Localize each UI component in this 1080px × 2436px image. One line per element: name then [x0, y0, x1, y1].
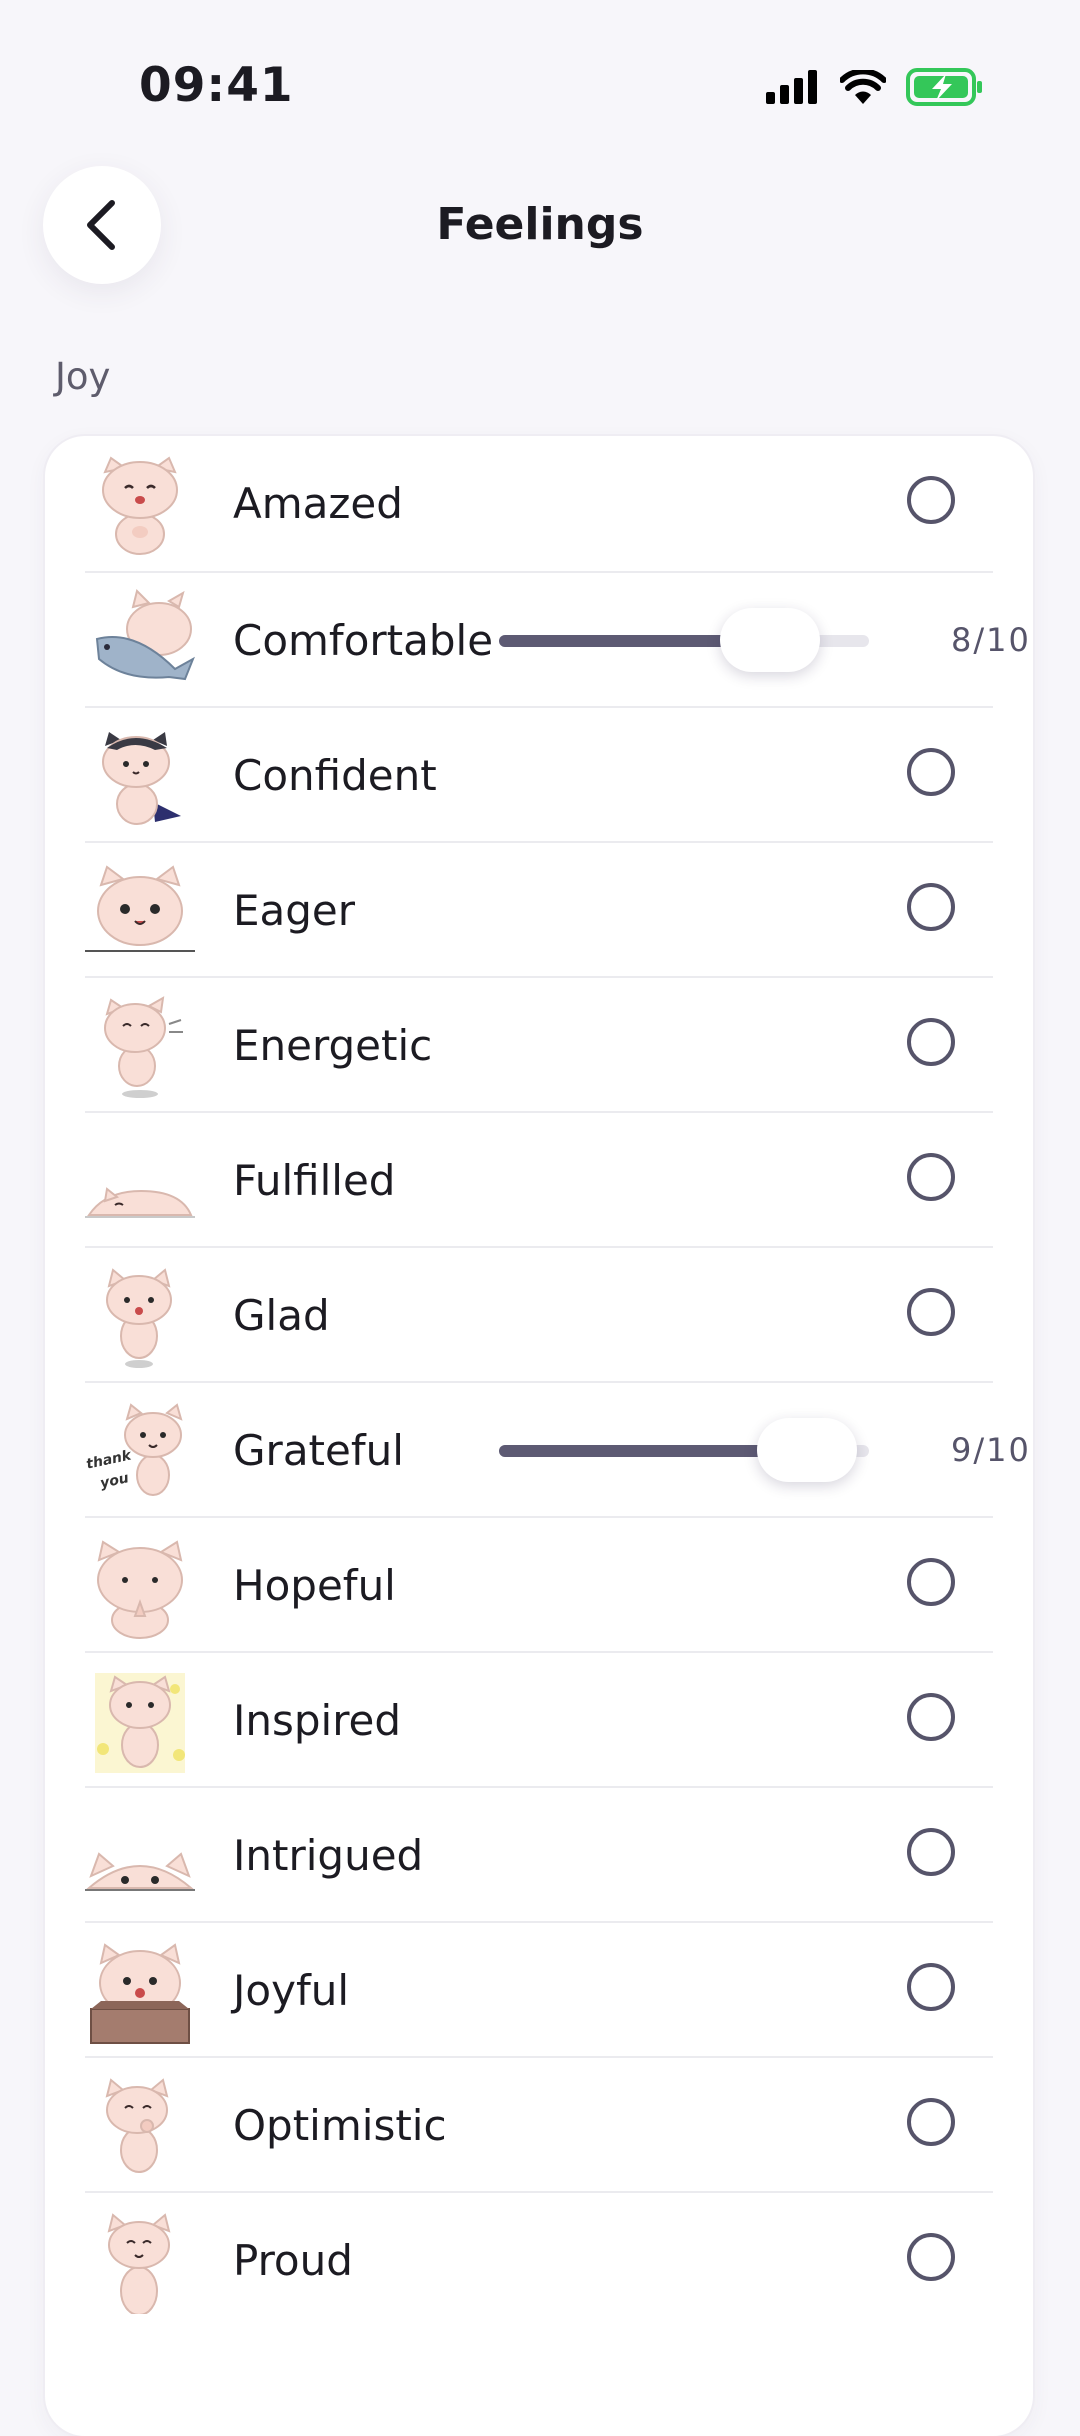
- cat-dancing-icon: [104, 996, 183, 1098]
- svg-text:thank: thank: [85, 1447, 134, 1472]
- intensity-value: 9/10: [951, 1431, 1031, 1469]
- feeling-label: Energetic: [233, 1021, 433, 1070]
- cat-proud-icon: [107, 2213, 171, 2314]
- battery-charging-icon: [906, 68, 982, 106]
- cat-superhero-icon: [102, 732, 181, 825]
- feeling-radio[interactable]: [907, 2098, 955, 2146]
- intensity-slider[interactable]: [499, 608, 869, 672]
- feeling-row-comfortable[interactable]: Comfortable 8/10: [85, 571, 1029, 708]
- slider-thumb[interactable]: [757, 1418, 857, 1482]
- feeling-radio[interactable]: [907, 1828, 955, 1876]
- intensity-value: 8/10: [951, 621, 1031, 659]
- feeling-label: Optimistic: [233, 2101, 447, 2150]
- feeling-radio[interactable]: [907, 1693, 955, 1741]
- feeling-label: Grateful: [233, 1426, 404, 1475]
- feeling-label: Glad: [233, 1291, 330, 1340]
- header: Feelings: [0, 166, 1080, 286]
- slider-thumb[interactable]: [720, 608, 820, 672]
- feeling-row-amazed[interactable]: Amazed: [85, 436, 993, 571]
- feeling-row-confident[interactable]: Confident: [85, 706, 993, 843]
- status-bar: 09:41: [0, 0, 1080, 170]
- cellular-signal-icon: [766, 70, 817, 104]
- section-label: Joy: [55, 355, 111, 398]
- feeling-radio[interactable]: [907, 883, 955, 931]
- feelings-list: Amazed Comfortable 8/10 Confident Eager …: [45, 436, 1033, 2436]
- feeling-row-inspired[interactable]: Inspired: [85, 1651, 993, 1788]
- cat-happy-icon: [106, 1268, 172, 1368]
- cat-with-fish-icon: [95, 589, 195, 681]
- cat-lying-icon: [85, 1187, 195, 1218]
- feeling-label: Joyful: [233, 1966, 350, 2015]
- feeling-radio[interactable]: [907, 1558, 955, 1606]
- intensity-slider[interactable]: [499, 1418, 869, 1482]
- status-icons: [766, 62, 984, 112]
- feeling-row-joyful[interactable]: Joyful: [85, 1921, 993, 2058]
- feeling-label: Eager: [233, 886, 356, 935]
- feeling-label: Fulfilled: [233, 1156, 396, 1205]
- feeling-label: Comfortable: [233, 616, 494, 665]
- status-time: 09:41: [139, 58, 294, 113]
- feeling-radio[interactable]: [907, 476, 955, 524]
- feeling-row-optimistic[interactable]: Optimistic: [85, 2056, 993, 2193]
- cat-thank-you-icon: thank you: [85, 1403, 183, 1496]
- cat-sticker-icon: [102, 456, 178, 555]
- feeling-row-energetic[interactable]: Energetic: [85, 976, 993, 1113]
- wifi-icon: [840, 70, 886, 104]
- feeling-row-eager[interactable]: Eager: [85, 841, 993, 978]
- feeling-radio[interactable]: [907, 1018, 955, 1066]
- cat-peeking-icon: [85, 865, 195, 952]
- feeling-row-glad[interactable]: Glad: [85, 1246, 993, 1383]
- feeling-label: Proud: [233, 2236, 353, 2285]
- feeling-radio[interactable]: [907, 1153, 955, 1201]
- feeling-label: Hopeful: [233, 1561, 396, 1610]
- feeling-label: Amazed: [233, 479, 403, 528]
- feeling-radio[interactable]: [907, 1288, 955, 1336]
- feeling-row-fulfilled[interactable]: Fulfilled: [85, 1111, 993, 1248]
- feeling-row-proud[interactable]: Proud: [85, 2191, 993, 2328]
- feeling-row-grateful[interactable]: thank you Grateful 9/10: [85, 1381, 1029, 1518]
- cat-peeking-low-icon: [85, 1852, 195, 1891]
- svg-text:you: you: [99, 1470, 130, 1492]
- feeling-radio[interactable]: [907, 2233, 955, 2281]
- feeling-row-intrigued[interactable]: Intrigued: [85, 1786, 993, 1923]
- page-title: Feelings: [436, 199, 644, 250]
- cat-thinking-icon: [105, 2078, 169, 2173]
- cat-praying-icon: [97, 1540, 183, 1639]
- feeling-label: Inspired: [233, 1696, 402, 1745]
- cat-in-box-icon: [90, 1943, 190, 2044]
- feeling-label: Confident: [233, 751, 437, 800]
- feeling-radio[interactable]: [907, 748, 955, 796]
- cat-sparkles-icon: [95, 1673, 185, 1773]
- feeling-radio[interactable]: [907, 1963, 955, 2011]
- feeling-label: Intrigued: [233, 1831, 424, 1880]
- feeling-row-hopeful[interactable]: Hopeful: [85, 1516, 993, 1653]
